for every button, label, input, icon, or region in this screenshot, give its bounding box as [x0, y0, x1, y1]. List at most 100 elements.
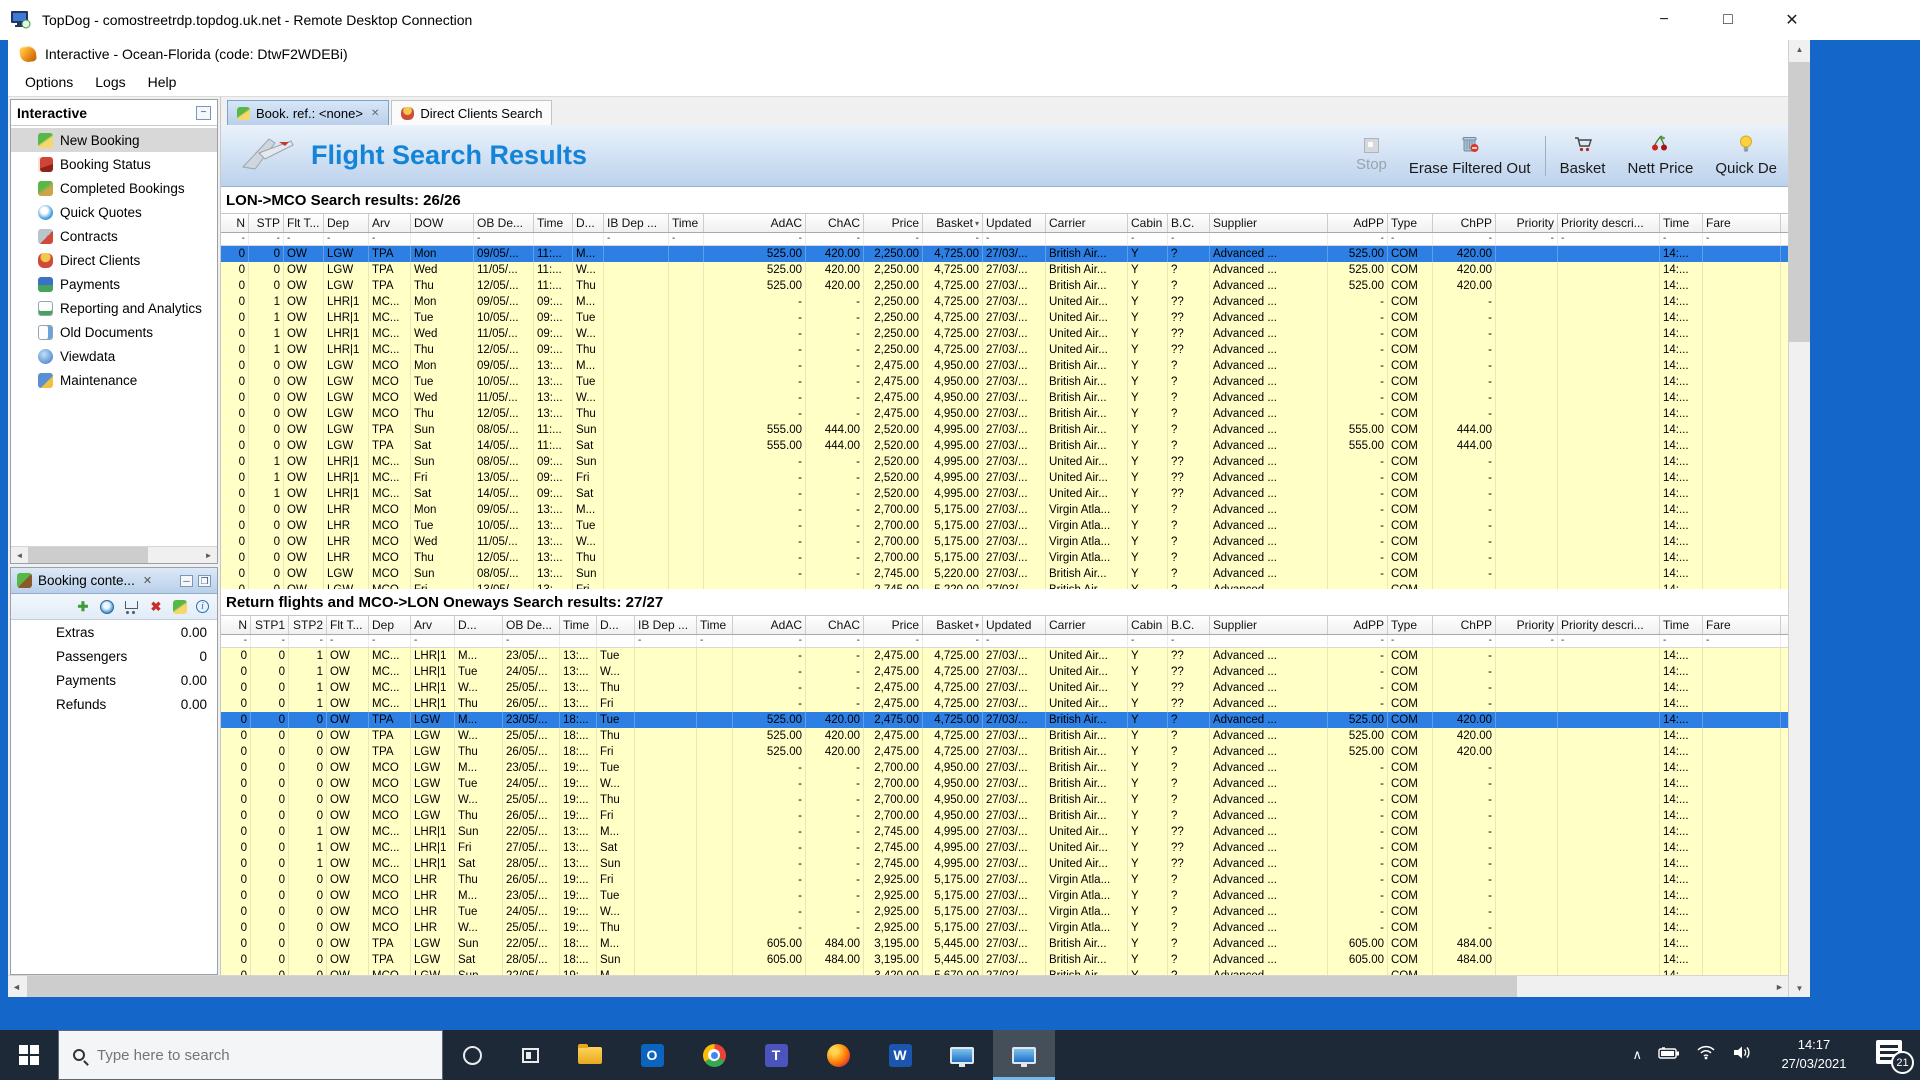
minimize-button[interactable]: − — [1654, 11, 1674, 29]
taskbar-word[interactable]: W — [869, 1030, 931, 1080]
table-row[interactable]: 0 0 OW LHR MCO Mon 09/05/... 13:... M... - -2,700.… — [221, 502, 1788, 518]
filter-row[interactable]: ----------------------- — [221, 635, 1788, 648]
basket-button[interactable]: Basket — [1549, 135, 1617, 177]
action-center-button[interactable]: 21 — [1876, 1038, 1914, 1074]
delete-icon[interactable] — [148, 599, 164, 615]
column-header-carrier[interactable]: Carrier — [1046, 616, 1128, 634]
nav-horizontal-scrollbar[interactable]: ◄ ► — [11, 546, 217, 563]
scroll-up-icon[interactable]: ▲ — [1789, 40, 1810, 58]
column-header-n[interactable]: N — [221, 214, 249, 232]
table-row[interactable]: 00OWLGWMCOFri13/05/...13:...Fri--2,745.0… — [221, 582, 1788, 589]
quick-deal-button[interactable]: Quick De — [1704, 135, 1788, 177]
taskbar-firefox[interactable] — [807, 1030, 869, 1080]
table-row[interactable]: 0 1 OW LHR|1 MC... Tue 10/05/... 09:... Tue - -2,2… — [221, 310, 1788, 326]
table-row[interactable]: 0 1 OW LHR|1 MC... Sat 14/05/... 09:... Sat - -2,5… — [221, 486, 1788, 502]
table-row[interactable]: 0 0 0 OW TPA LGW Thu 26/05/... 18:... Fri 525.00 42… — [221, 744, 1788, 760]
column-header-time[interactable]: Time — [534, 214, 573, 232]
volume-icon[interactable] — [1732, 1045, 1752, 1065]
main-horizontal-scrollbar[interactable]: ◄ ► — [8, 975, 1788, 997]
column-header-basket[interactable]: Basket ▾ — [923, 616, 983, 634]
scroll-right-icon[interactable]: ► — [1771, 976, 1788, 997]
column-header-chpp[interactable]: ChPP — [1433, 616, 1496, 634]
column-header-priority[interactable]: Priority — [1496, 214, 1558, 232]
column-header-time[interactable]: Time — [560, 616, 597, 634]
table-row[interactable]: 0 0 1 OW MC... LHR|1 Sun 22/05/... 13:... M... - -2… — [221, 824, 1788, 840]
scrollbar-thumb[interactable] — [28, 547, 148, 563]
task-view-button[interactable] — [501, 1030, 559, 1080]
close-icon[interactable]: ✕ — [371, 108, 379, 119]
hidden-icons-chevron[interactable]: ∧ — [1632, 1047, 1642, 1063]
column-header-chpp[interactable]: ChPP — [1433, 214, 1496, 232]
column-header-updated[interactable]: Updated — [983, 214, 1046, 232]
table-row[interactable]: 0 0 0 OW MCO LHR W... 25/05/... 19:... Thu - -2,925… — [221, 920, 1788, 936]
sidebar-item-new-booking[interactable]: New Booking — [11, 128, 217, 152]
close-button[interactable]: ✕ — [1782, 10, 1802, 30]
table-row[interactable]: 0 0 OW LHR MCO Thu 12/05/... 13:... Thu - -2,700.0… — [221, 550, 1788, 566]
sidebar-item-quick-quotes[interactable]: Quick Quotes — [11, 200, 217, 224]
column-header-adpp[interactable]: AdPP — [1328, 616, 1388, 634]
maximize-button[interactable]: □ — [1718, 11, 1738, 29]
scrollbar-thumb[interactable] — [1789, 62, 1810, 342]
taskbar-rdp-active[interactable] — [993, 1030, 1055, 1080]
column-header-b-c[interactable]: B.C. — [1168, 214, 1210, 232]
sidebar-item-maintenance[interactable]: Maintenance — [11, 368, 217, 392]
column-header-ob-de[interactable]: OB De... — [503, 616, 560, 634]
table-row[interactable]: 0 0 0 OW MCO LGW Thu 26/05/... 19:... Fri - -2,700.… — [221, 808, 1788, 824]
table-row[interactable]: 0 0 0 OW MCO LGW W... 25/05/... 19:... Thu - -2,700… — [221, 792, 1788, 808]
table-row[interactable]: 0 0 1 OW MC... LHR|1 Sat 28/05/... 13:... Sun - -2,… — [221, 856, 1788, 872]
filter-row[interactable]: ---------------------- — [221, 233, 1788, 246]
column-header-stp[interactable]: STP — [249, 214, 284, 232]
minimize-panel-icon[interactable]: ─ — [180, 574, 193, 587]
start-button[interactable] — [0, 1030, 58, 1080]
wifi-icon[interactable] — [1696, 1045, 1716, 1065]
sidebar-item-payments[interactable]: Payments — [11, 272, 217, 296]
column-header-d[interactable]: D... — [597, 616, 635, 634]
battery-icon[interactable] — [1658, 1046, 1680, 1064]
column-header-time[interactable]: Time — [697, 616, 733, 634]
cortana-button[interactable] — [443, 1030, 501, 1080]
quote-clock-icon[interactable] — [100, 599, 114, 614]
add-icon[interactable] — [75, 599, 91, 615]
table-row[interactable]: 0 0 OW LGW TPA Sun 08/05/... 11:... Sun 555.00 444… — [221, 422, 1788, 438]
table-row[interactable]: 0 0 OW LGW MCO Wed 11/05/... 13:... W... - -2,475.… — [221, 390, 1788, 406]
restore-panel-icon[interactable]: ❐ — [198, 574, 211, 587]
table-row[interactable]: 0 0 OW LHR MCO Tue 10/05/... 13:... Tue - -2,700.0… — [221, 518, 1788, 534]
sidebar-item-booking-status[interactable]: Booking Status — [11, 152, 217, 176]
column-header-stp2[interactable]: STP2 — [289, 616, 327, 634]
column-header-adac[interactable]: AdAC — [733, 616, 806, 634]
erase-filtered-out-button[interactable]: Erase Filtered Out — [1398, 135, 1542, 177]
menu-help[interactable]: Help — [137, 71, 188, 93]
scrollbar-thumb[interactable] — [27, 976, 1517, 997]
table-row[interactable]: 0 0 OW LGW TPA Wed 11/05/... 11:... W... 525.00 42… — [221, 262, 1788, 278]
basket-add-icon[interactable] — [123, 599, 139, 615]
column-header-time[interactable]: Time — [1660, 616, 1703, 634]
column-header-basket[interactable]: Basket ▾ — [923, 214, 983, 232]
table-row[interactable]: 0 0 0 OW MCO LGW Tue 24/05/... 19:... W... - -2,700… — [221, 776, 1788, 792]
taskbar-outlook[interactable]: O — [621, 1030, 683, 1080]
column-header-dep[interactable]: Dep — [324, 214, 369, 232]
column-header-fare[interactable]: Fare — [1703, 214, 1781, 232]
table-row[interactable]: 0 0 1 OW MC... LHR|1 Thu 26/05/... 13:... Fri - -2,… — [221, 696, 1788, 712]
sidebar-item-completed-bookings[interactable]: Completed Bookings — [11, 176, 217, 200]
column-header-adac[interactable]: AdAC — [704, 214, 806, 232]
table-row[interactable]: 0 0 0 OW MCO LHR M... 23/05/... 19:... Tue - -2,925… — [221, 888, 1788, 904]
taskbar-file-explorer[interactable] — [559, 1030, 621, 1080]
column-header-updated[interactable]: Updated — [983, 616, 1046, 634]
column-header-price[interactable]: Price — [864, 616, 923, 634]
nett-price-button[interactable]: Nett Price — [1616, 134, 1704, 177]
column-header-ib-dep[interactable]: IB Dep ... — [604, 214, 669, 232]
table-row[interactable]: 000OWMCOLGWSun22/05/...19:...M...--3,420… — [221, 968, 1788, 975]
table-row[interactable]: 0 0 1 OW MC... LHR|1 Fri 27/05/... 13:... Sat - -2,… — [221, 840, 1788, 856]
table-row[interactable]: 0 1 OW LHR|1 MC... Sun 08/05/... 09:... Sun - -2,5… — [221, 454, 1788, 470]
info-icon[interactable] — [196, 600, 209, 613]
column-header-supplier[interactable]: Supplier — [1210, 214, 1328, 232]
column-header-flt-t[interactable]: Flt T... — [327, 616, 369, 634]
table-row[interactable]: 0 0 OW LGW MCO Tue 10/05/... 13:... Tue - -2,475.0… — [221, 374, 1788, 390]
table-row[interactable]: 0 0 1 OW MC... LHR|1 M... 23/05/... 13:... Tue - -2… — [221, 648, 1788, 664]
column-header-chac[interactable]: ChAC — [806, 214, 864, 232]
table-row[interactable]: 0 0 0 OW TPA LGW M... 23/05/... 18:... Tue 525.00 4… — [221, 712, 1788, 728]
column-header-chac[interactable]: ChAC — [806, 616, 864, 634]
main-vertical-scrollbar[interactable]: ▲ ▼ — [1788, 40, 1810, 997]
search-input[interactable] — [97, 1046, 397, 1064]
stop-button[interactable]: Stop — [1345, 138, 1398, 173]
